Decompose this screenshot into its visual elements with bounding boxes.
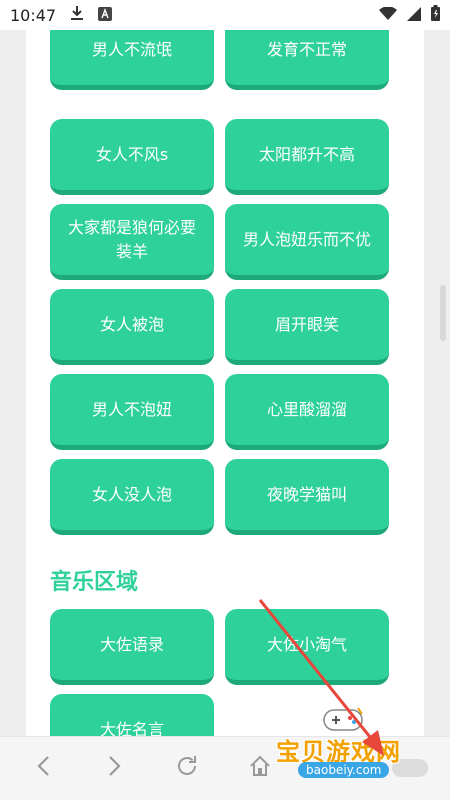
- category-button[interactable]: 心里酸溜溜: [225, 374, 389, 450]
- signal-icon: [407, 6, 421, 25]
- music-button-dazuo-naughty[interactable]: 大佐小淘气: [225, 609, 389, 685]
- refresh-icon: [175, 754, 199, 782]
- back-button[interactable]: [26, 751, 60, 785]
- status-time: 10:47: [10, 5, 57, 25]
- download-icon: [70, 5, 84, 25]
- forward-button[interactable]: [98, 751, 132, 785]
- music-button-dazuo-quotes[interactable]: 大佐语录: [50, 609, 214, 685]
- category-button-label: 女人没人泡: [91, 484, 172, 504]
- category-button-label: 发育不正常: [266, 39, 347, 59]
- category-button[interactable]: 男人泡妞乐而不优: [225, 204, 389, 280]
- music-button-label: 大佐语录: [99, 634, 164, 654]
- refresh-button[interactable]: [170, 751, 204, 785]
- category-button[interactable]: 太阳都升不高: [225, 119, 389, 195]
- category-button-label: 男人泡妞乐而不优: [242, 229, 371, 249]
- forward-icon: [108, 755, 122, 781]
- home-icon: [248, 754, 272, 782]
- category-button-label: 心里酸溜溜: [266, 399, 347, 419]
- category-button[interactable]: 女人没人泡: [50, 459, 214, 535]
- wifi-icon: [379, 5, 397, 25]
- content-panel: 男人不流氓 发育不正常女人不风s 太阳都升不高大家都是狼何必要装羊 男人泡妞乐而不优女…: [26, 30, 424, 736]
- category-button[interactable]: 眉开眼笑: [225, 289, 389, 365]
- back-icon: [36, 755, 50, 781]
- category-button-label: 男人不泡妞: [91, 399, 172, 419]
- category-button-label: 大家都是狼何必要装羊: [67, 217, 196, 261]
- scrollbar-thumb[interactable]: [440, 285, 446, 341]
- music-button-label: 大佐名言: [99, 719, 164, 737]
- category-button[interactable]: 女人被泡: [50, 289, 214, 365]
- category-button-label: 夜晚学猫叫: [266, 484, 347, 504]
- category-button-label: 女人不风s: [95, 144, 169, 164]
- music-button-dazuo-sayings[interactable]: 大佐名言: [50, 694, 214, 736]
- music-button-label: 大佐小淘气: [266, 634, 347, 654]
- category-button-label: 男人不流氓: [91, 39, 172, 59]
- category-button-label: 太阳都升不高: [258, 144, 355, 164]
- webview-page: 男人不流氓 发育不正常女人不风s 太阳都升不高大家都是狼何必要装羊 男人泡妞乐而不优女…: [0, 30, 450, 736]
- category-button[interactable]: 大家都是狼何必要装羊: [50, 204, 214, 280]
- music-section-title: 音乐区域: [50, 570, 139, 595]
- battery-icon: [431, 5, 440, 25]
- category-button[interactable]: 男人不泡妞: [50, 374, 214, 450]
- status-bar: 10:47: [0, 0, 450, 30]
- category-button-label: 女人被泡: [99, 314, 164, 334]
- category-button[interactable]: 男人不流氓: [50, 30, 214, 90]
- category-button-label: 眉开眼笑: [274, 314, 339, 334]
- a-badge-icon: [98, 6, 113, 25]
- watermark-logo: 宝贝游戏网 baobeiy.com: [270, 706, 440, 782]
- category-button[interactable]: 女人不风s: [50, 119, 214, 195]
- category-button[interactable]: 夜晚学猫叫: [225, 459, 389, 535]
- category-button[interactable]: 发育不正常: [225, 30, 389, 90]
- watermark-url: baobeiy.com: [298, 762, 390, 778]
